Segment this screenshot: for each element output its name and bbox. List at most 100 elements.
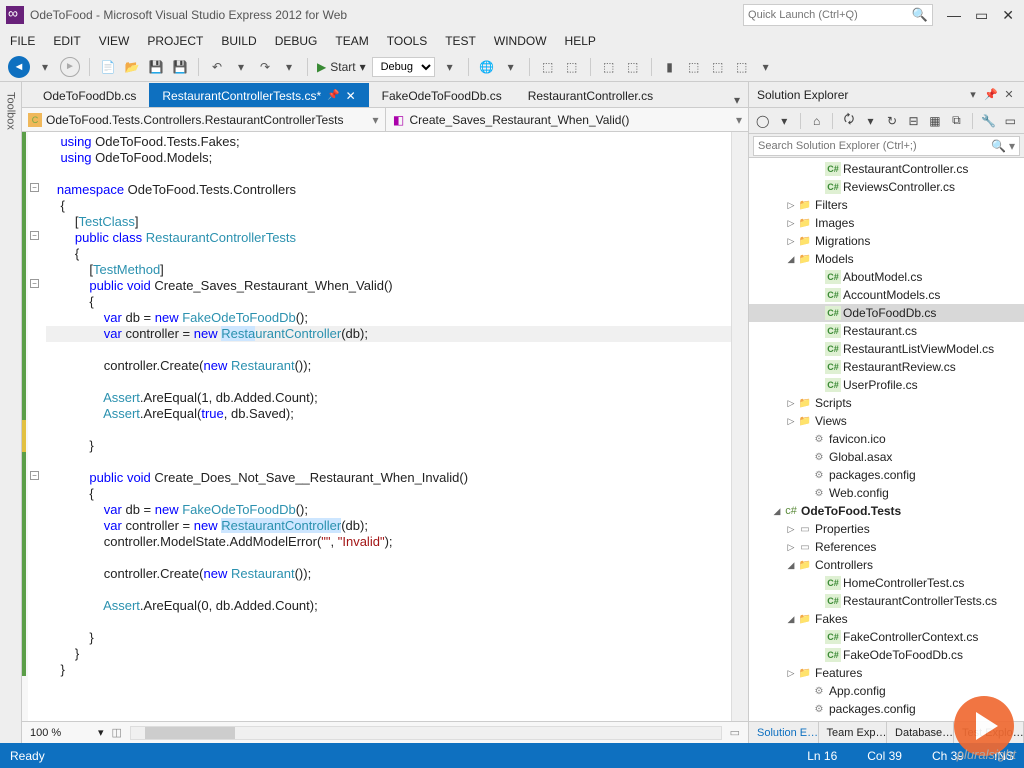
toolbar-overflow[interactable]: ▾ — [757, 58, 775, 76]
undo-drop[interactable]: ▾ — [232, 58, 250, 76]
se-sync-icon[interactable]: 🗘 — [841, 112, 857, 130]
method-navigator[interactable]: ◧ Create_Saves_Restaurant_When_Valid() ▾ — [386, 108, 749, 131]
document-tab[interactable]: OdeToFoodDb.cs — [30, 83, 149, 107]
tree-item[interactable]: C#FakeControllerContext.cs — [749, 628, 1024, 646]
tb-icon-7[interactable]: ⬚ — [709, 58, 727, 76]
code-line[interactable]: var controller = new RestaurantControlle… — [46, 326, 731, 342]
pin-icon[interactable]: 📌 — [984, 88, 998, 101]
outline-column[interactable]: −−−− — [28, 132, 42, 721]
code-line[interactable]: { — [46, 246, 731, 262]
tree-item[interactable]: ◢📁Controllers — [749, 556, 1024, 574]
minimize-button[interactable]: — — [947, 7, 961, 24]
code-line[interactable]: var controller = new RestaurantControlle… — [46, 518, 731, 534]
expand-arrow[interactable]: ◢ — [785, 254, 797, 265]
code-line[interactable]: } — [46, 630, 731, 646]
expand-arrow[interactable]: ▷ — [785, 416, 797, 427]
save-icon[interactable]: 💾 — [147, 58, 165, 76]
menu-project[interactable]: PROJECT — [147, 34, 203, 48]
code-line[interactable]: Assert.AreEqual(1, db.Added.Count); — [46, 390, 731, 406]
code-line[interactable] — [46, 550, 731, 566]
code-line[interactable] — [46, 342, 731, 358]
undo-icon[interactable]: ↶ — [208, 58, 226, 76]
maximize-button[interactable]: ▭ — [975, 7, 988, 24]
code-line[interactable] — [46, 374, 731, 390]
tree-item[interactable]: C#AccountModels.cs — [749, 286, 1024, 304]
code-line[interactable] — [46, 454, 731, 470]
code-line[interactable] — [46, 582, 731, 598]
close-button[interactable]: ✕ — [1002, 7, 1014, 24]
tree-item[interactable]: ▷📁Scripts — [749, 394, 1024, 412]
tb-icon-5[interactable]: ▮ — [661, 58, 679, 76]
tree-item[interactable]: ◢📁Models — [749, 250, 1024, 268]
code-line[interactable]: } — [46, 662, 731, 678]
zoom-drop[interactable]: ▾ — [98, 726, 104, 739]
code-line[interactable]: public void Create_Saves_Restaurant_When… — [46, 278, 731, 294]
tree-item[interactable]: C#RestaurantReview.cs — [749, 358, 1024, 376]
tree-item[interactable]: ▷📁Migrations — [749, 232, 1024, 250]
tb-icon-1[interactable]: ⬚ — [539, 58, 557, 76]
code-line[interactable]: using OdeToFood.Models; — [46, 150, 731, 166]
tree-item[interactable]: ⚙App.config — [749, 682, 1024, 700]
zoom-level[interactable]: 100 % — [30, 727, 90, 739]
tree-item[interactable]: ▷📁Images — [749, 214, 1024, 232]
menu-test[interactable]: TEST — [445, 34, 476, 48]
expand-arrow[interactable]: ▷ — [785, 200, 797, 211]
chevron-down-icon[interactable]: ▾ — [736, 113, 742, 127]
panel-tab[interactable]: Test Explo… — [954, 722, 1024, 743]
splitter-icon-right[interactable]: ▭ — [730, 726, 740, 739]
search-icon[interactable]: 🔍 — [991, 139, 1006, 153]
nav-back-button[interactable]: ◄ — [8, 56, 30, 78]
code-line[interactable] — [46, 614, 731, 630]
expand-arrow[interactable]: ▷ — [785, 542, 797, 553]
code-line[interactable]: Assert.AreEqual(0, db.Added.Count); — [46, 598, 731, 614]
tree-item[interactable]: ▷▭References — [749, 538, 1024, 556]
vertical-scrollbar[interactable] — [731, 132, 748, 721]
start-debug-button[interactable]: ▶ Start ▾ — [317, 60, 366, 74]
code-line[interactable]: } — [46, 438, 731, 454]
tree-item[interactable]: C#RestaurantControllerTests.cs — [749, 592, 1024, 610]
code-line[interactable] — [46, 166, 731, 182]
code-line[interactable]: [TestMethod] — [46, 262, 731, 278]
code-line[interactable]: } — [46, 646, 731, 662]
quick-launch-input[interactable] — [748, 9, 912, 21]
menu-window[interactable]: WINDOW — [494, 34, 547, 48]
tb-icon-2[interactable]: ⬚ — [563, 58, 581, 76]
menu-debug[interactable]: DEBUG — [275, 34, 318, 48]
code-line[interactable]: controller.Create(new Restaurant()); — [46, 358, 731, 374]
tree-item[interactable]: C#Restaurant.cs — [749, 322, 1024, 340]
code-line[interactable]: var db = new FakeOdeToFoodDb(); — [46, 310, 731, 326]
collapse-toggle[interactable]: − — [30, 279, 39, 288]
search-icon[interactable]: 🔍 — [912, 7, 928, 23]
code-line[interactable]: controller.ModelState.AddModelError("", … — [46, 534, 731, 550]
se-preview-icon[interactable]: ⧉ — [949, 112, 965, 130]
expand-arrow[interactable]: ◢ — [771, 506, 783, 517]
solution-tree[interactable]: C#RestaurantController.csC#ReviewsContro… — [749, 158, 1024, 721]
document-tab[interactable]: FakeOdeToFoodDb.cs — [369, 83, 515, 107]
collapse-toggle[interactable]: − — [30, 471, 39, 480]
code-line[interactable]: public void Create_Does_Not_Save__Restau… — [46, 470, 731, 486]
se-showall-icon[interactable]: ▦ — [927, 112, 943, 130]
se-search-input[interactable] — [758, 140, 991, 152]
open-file-icon[interactable]: 📂 — [123, 58, 141, 76]
tree-item[interactable]: C#HomeControllerTest.cs — [749, 574, 1024, 592]
tree-item[interactable]: C#OdeToFoodDb.cs — [749, 304, 1024, 322]
chevron-down-icon[interactable]: ▾ — [372, 113, 378, 127]
panel-tab[interactable]: Team Exp… — [819, 722, 887, 743]
nav-forward-button[interactable]: ► — [60, 57, 80, 77]
tree-item[interactable]: C#UserProfile.cs — [749, 376, 1024, 394]
code-line[interactable]: { — [46, 294, 731, 310]
expand-arrow[interactable]: ◢ — [785, 560, 797, 571]
redo-icon[interactable]: ↷ — [256, 58, 274, 76]
tree-item[interactable]: C#ReviewsController.cs — [749, 178, 1024, 196]
quick-launch-box[interactable]: 🔍 — [743, 4, 933, 26]
toolbox-tab[interactable]: Toolbox — [3, 86, 19, 136]
tree-item[interactable]: ⚙Global.asax — [749, 448, 1024, 466]
se-back-drop[interactable]: ▾ — [777, 112, 793, 130]
config-drop[interactable]: ▾ — [441, 58, 459, 76]
config-select[interactable]: Debug — [372, 57, 435, 77]
panel-close-icon[interactable]: ✕ — [1002, 88, 1016, 101]
menu-file[interactable]: FILE — [10, 34, 35, 48]
menu-help[interactable]: HELP — [565, 34, 596, 48]
menu-build[interactable]: BUILD — [221, 34, 256, 48]
document-tab[interactable]: RestaurantController.cs — [515, 83, 666, 107]
